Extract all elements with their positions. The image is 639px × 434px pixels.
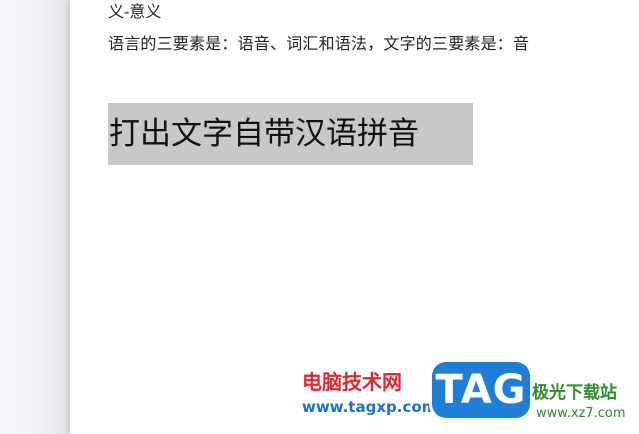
watermark-site-url: www.tagxp.com (302, 398, 438, 416)
watermark-tag-url: www.xz7.com (536, 406, 626, 421)
watermark-site-name: 电脑技术网 (302, 370, 402, 394)
left-gutter (0, 0, 70, 434)
watermark-tag-logo: TAG (432, 362, 530, 418)
text-line-2[interactable]: 语言的三要素是：语音、词汇和语法，文字的三要素是：音 (108, 30, 529, 54)
watermark-tag-subtitle: 极光下载站 (532, 383, 617, 403)
selected-heading-text[interactable]: 打出文字自带汉语拼音 (108, 103, 473, 165)
text-line-1[interactable]: 义-意义 (108, 0, 161, 22)
